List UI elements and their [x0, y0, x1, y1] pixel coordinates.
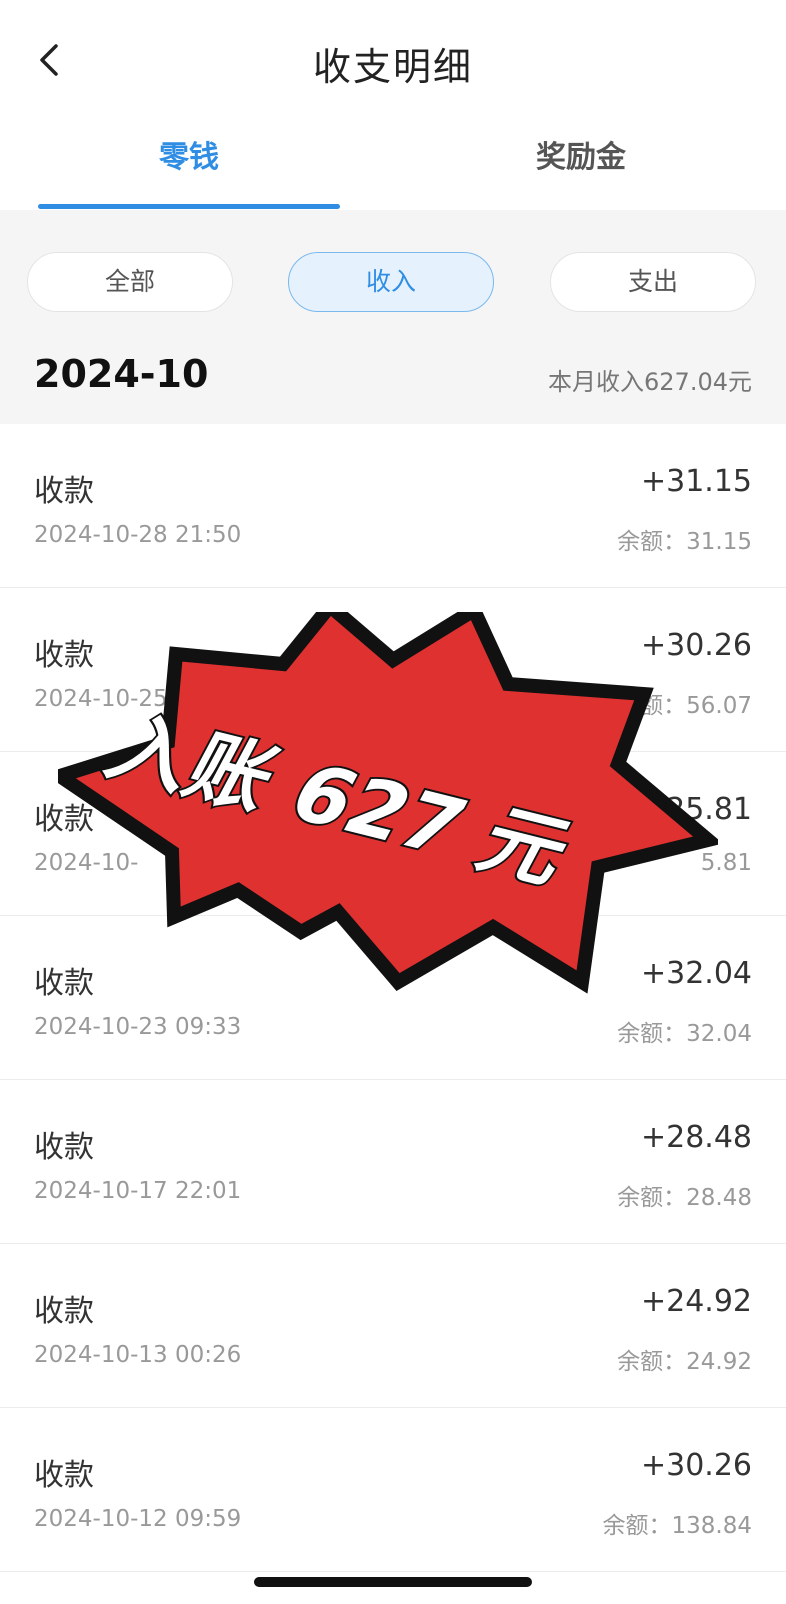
transaction-row[interactable]: 收款 2024-10-23 09:33 +32.04 余额：32.04 — [0, 916, 786, 1080]
transaction-balance: 余额：56.07 — [617, 693, 752, 719]
transaction-title: 收款 — [34, 1458, 94, 1493]
transaction-time: 2024-10-17 22:01 — [34, 1178, 242, 1204]
transaction-time: 2024-10-23 09:33 — [34, 1014, 242, 1040]
tab-active-indicator — [38, 204, 340, 209]
transaction-row[interactable]: 收款 2024-10-13 00:26 +24.92 余额：24.92 — [0, 1244, 786, 1408]
transaction-amount: +32.04 — [640, 956, 752, 991]
tab-change[interactable]: 零钱 — [38, 106, 340, 210]
transaction-title: 收款 — [34, 966, 94, 1001]
transaction-amount: +24.92 — [640, 1284, 752, 1319]
transaction-list: 收款 2024-10-28 21:50 +31.15 余额：31.15 收款 2… — [0, 424, 786, 1572]
transaction-title: 收款 — [34, 802, 94, 837]
transaction-title: 收款 — [34, 1294, 94, 1329]
transaction-row[interactable]: 收款 2024-10-17 22:01 +28.48 余额：28.48 — [0, 1080, 786, 1244]
transaction-balance: 余额：31.15 — [617, 529, 752, 555]
transaction-time: 2024-10-13 00:26 — [34, 1342, 242, 1368]
transaction-amount: +25.81 — [640, 792, 752, 827]
transaction-title: 收款 — [34, 474, 94, 509]
filter-expense-button[interactable]: 支出 — [550, 252, 756, 312]
top-nav-bar: 收支明细 — [0, 0, 786, 107]
transaction-balance: 余额：138.84 — [602, 1513, 752, 1539]
transaction-title: 收款 — [34, 638, 94, 673]
page-title: 收支明细 — [312, 45, 473, 89]
transaction-amount: +28.48 — [640, 1120, 752, 1155]
transaction-title: 收款 — [34, 1130, 94, 1165]
month-header[interactable]: 2024-10 本月收入627.04元 — [0, 328, 786, 424]
month-income-summary: 本月收入627.04元 — [548, 368, 752, 396]
tab-bar: 零钱 奖励金 — [0, 106, 786, 210]
filter-all-button[interactable]: 全部 — [27, 252, 233, 312]
tab-rewards[interactable]: 奖励金 — [426, 106, 736, 210]
filter-income-button[interactable]: 收入 — [288, 252, 494, 312]
transaction-row[interactable]: 收款 2024-10-25 +30.26 余额：56.07 — [0, 588, 786, 752]
transaction-time: 2024-10- — [34, 850, 139, 876]
transaction-amount: +30.26 — [640, 628, 752, 663]
transaction-balance: 余额：24.92 — [617, 1349, 752, 1375]
transaction-balance: 余额：28.48 — [617, 1185, 752, 1211]
transaction-time: 2024-10-28 21:50 — [34, 522, 242, 548]
month-label: 2024-10 — [34, 352, 209, 396]
transaction-row[interactable]: 收款 2024-10- +25.81 5.81 — [0, 752, 786, 916]
transaction-time: 2024-10-25 — [34, 686, 168, 712]
transaction-time: 2024-10-12 09:59 — [34, 1506, 242, 1532]
home-indicator[interactable] — [254, 1577, 532, 1587]
transaction-balance: 5.81 — [700, 850, 752, 876]
filter-bar: 全部 收入 支出 — [0, 210, 786, 329]
transaction-balance: 余额：32.04 — [617, 1021, 752, 1047]
transaction-amount: +31.15 — [640, 464, 752, 499]
transaction-row[interactable]: 收款 2024-10-12 09:59 +30.26 余额：138.84 — [0, 1408, 786, 1572]
transaction-row[interactable]: 收款 2024-10-28 21:50 +31.15 余额：31.15 — [0, 424, 786, 588]
transaction-amount: +30.26 — [640, 1448, 752, 1483]
